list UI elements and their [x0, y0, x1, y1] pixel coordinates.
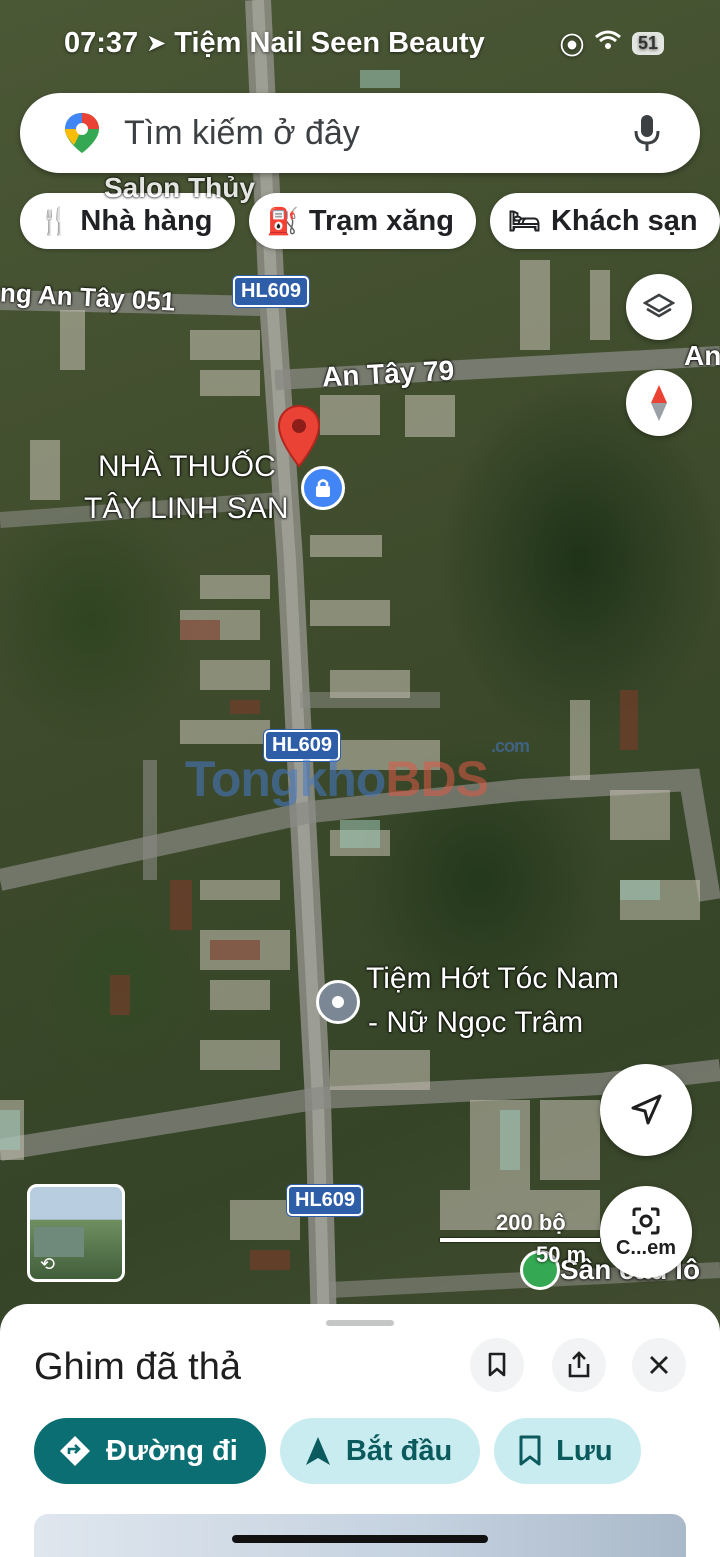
restaurant-icon: 🍴	[38, 205, 71, 236]
poi-label-pharmacy-line1[interactable]: NHÀ THUỐC	[98, 450, 276, 484]
location-arrow-icon: ➤	[146, 29, 167, 57]
place-bottom-sheet[interactable]: Ghim đã thả Đường đi Bắt đầu Lưu	[0, 1304, 720, 1557]
poi-label-salon[interactable]: Salon Thủy	[104, 172, 255, 204]
hotel-icon: 🛏	[507, 205, 541, 236]
chip-label: Trạm xăng	[308, 204, 454, 237]
poi-label-barber-line2[interactable]: - Nữ Ngọc Trâm	[368, 1006, 583, 1040]
status-bar: 07:37 ➤ Tiệm Nail Seen Beauty ⦿ 51	[64, 22, 664, 64]
layers-icon	[643, 293, 675, 318]
place-dot-icon	[332, 996, 344, 1008]
start-navigation-button[interactable]: Bắt đầu	[279, 1418, 481, 1484]
watermark-main: Tongkho	[185, 751, 386, 807]
navigation-start-icon	[304, 1435, 332, 1467]
chip-gas-stations[interactable]: ⛽ Trạm xăng	[248, 193, 476, 249]
compass-button[interactable]	[626, 370, 692, 436]
poi-marker-pharmacy[interactable]	[301, 466, 345, 510]
chip-hotels[interactable]: 🛏 Khách sạn	[489, 193, 720, 249]
gas-station-icon: ⛽	[266, 205, 299, 236]
save-bookmark-button[interactable]	[470, 1338, 524, 1392]
search-placeholder[interactable]: Tìm kiếm ở đây	[124, 114, 632, 153]
compass-icon	[651, 385, 667, 421]
close-icon	[650, 1356, 668, 1374]
lens-icon	[632, 1207, 660, 1234]
google-maps-logo-icon	[65, 113, 99, 153]
wifi-icon	[594, 29, 622, 58]
street-view-thumbnail[interactable]: ⟲	[27, 1184, 125, 1282]
save-label: Lưu	[556, 1434, 613, 1467]
scale-bar	[440, 1238, 600, 1242]
watermark-suffix: .com	[491, 736, 530, 756]
dropped-pin-icon[interactable]	[276, 404, 322, 468]
share-icon	[568, 1351, 590, 1378]
poi-label-pharmacy-line2[interactable]: TÂY LINH SAN	[84, 492, 289, 526]
place-title: Ghim đã thả	[34, 1346, 241, 1388]
navigation-arrow-icon	[631, 1094, 662, 1125]
scale-imperial: 200 bộ	[496, 1210, 566, 1235]
start-label: Bắt đầu	[345, 1434, 453, 1467]
home-indicator[interactable]	[232, 1535, 488, 1543]
directions-icon	[58, 1434, 92, 1468]
poi-label-barber-line1[interactable]: Tiệm Hớt Tóc Nam	[366, 962, 619, 996]
drag-handle[interactable]	[326, 1320, 394, 1326]
close-button[interactable]	[632, 1338, 686, 1392]
chip-label: Nhà hàng	[80, 204, 213, 237]
bookmark-icon	[518, 1435, 542, 1467]
camera-search-button[interactable]: C...em	[600, 1186, 692, 1278]
location-pin-icon: ⦿	[559, 32, 584, 60]
my-location-button[interactable]	[600, 1064, 692, 1156]
watermark-accent: BDS	[385, 751, 489, 807]
directions-button[interactable]: Đường đi	[34, 1418, 266, 1484]
road-label-an-edge: An	[684, 340, 720, 371]
battery-indicator: 51	[631, 31, 664, 55]
rotate-360-icon: ⟲	[40, 1254, 56, 1274]
bookmark-icon	[488, 1352, 506, 1377]
search-bar[interactable]: Tìm kiếm ở đây	[20, 93, 700, 173]
watermark: TongkhoBDS .com	[185, 736, 530, 808]
poi-marker-barber[interactable]	[316, 980, 360, 1024]
clock: 07:37	[64, 26, 139, 59]
road-shield-hl609: HL609	[233, 276, 310, 307]
share-button[interactable]	[552, 1338, 606, 1392]
lock-icon	[316, 479, 330, 497]
scale-metric: 50 m	[536, 1242, 587, 1267]
action-buttons-row: Đường đi Bắt đầu Lưu	[34, 1418, 641, 1484]
status-app-name: Tiệm Nail Seen Beauty	[174, 26, 485, 59]
street-view-building	[34, 1227, 84, 1257]
microphone-icon[interactable]	[632, 113, 662, 153]
save-button[interactable]: Lưu	[494, 1418, 641, 1484]
camera-search-label: C...em	[615, 1236, 677, 1259]
road-shield-hl609: HL609	[287, 1185, 364, 1216]
layers-button[interactable]	[626, 274, 692, 340]
map-scale: 200 bộ 50 m	[440, 1210, 600, 1268]
directions-label: Đường đi	[106, 1434, 238, 1467]
chip-label: Khách sạn	[550, 204, 698, 237]
